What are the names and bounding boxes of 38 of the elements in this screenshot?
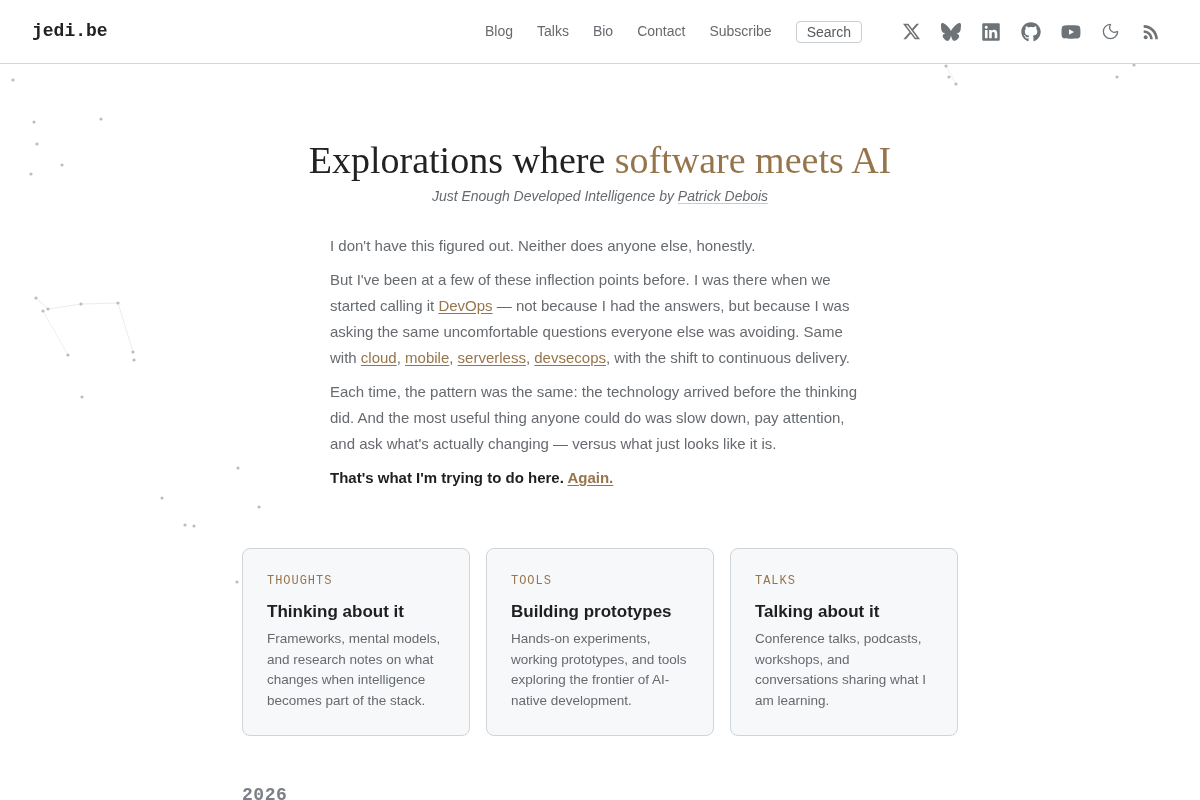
card-title: Thinking about it [267, 601, 405, 623]
card-description: Hands-on experiments, working prototypes, and tools exploring the frontier of AI-native development. [511, 630, 688, 710]
nav-link[interactable]: Bio [592, 21, 614, 42]
github-icon[interactable] [1021, 21, 1041, 42]
text-link[interactable]: cloud [360, 349, 397, 366]
year-heading: 2026 [242, 784, 288, 800]
closing-statement: That's what I'm trying to do here. Again. [330, 468, 615, 488]
card-description: Conference talks, podcasts, workshops, and conversations sharing what I am learning. [755, 630, 928, 710]
search-button[interactable]: Search [795, 20, 862, 43]
text-link[interactable]: serverless [457, 349, 526, 366]
card-title: Building prototypes [511, 601, 673, 623]
card-title: Talking about it [755, 601, 881, 623]
author-link[interactable]: Patrick Debois [677, 188, 769, 204]
text-link[interactable]: DevOps [438, 297, 493, 314]
topic-card[interactable]: THOUGHTS Thinking about it Frameworks, mental models, and research notes on what changes when intelligence becomes part of the stack. [242, 548, 470, 736]
topic-card[interactable]: TOOLS Building prototypes Hands-on experiments, working prototypes, and tools exploring the frontier of AI-native development. [486, 548, 714, 736]
nav-link[interactable]: Contact [637, 21, 686, 42]
x-logo-icon[interactable] [902, 22, 921, 41]
moon-icon[interactable] [1101, 22, 1120, 41]
tagline: Just Enough Developed Intelligence by Patrick Debois [431, 187, 769, 206]
card-label: TALKS [755, 573, 797, 589]
butterfly-icon[interactable] [941, 21, 961, 42]
card-label: TOOLS [511, 573, 553, 589]
nav-link[interactable]: Blog [484, 21, 513, 42]
site-logo[interactable]: jedi.be [32, 18, 108, 45]
card-label: THOUGHTS [267, 573, 334, 589]
page-title: Explorations where software meets AI [308, 138, 892, 182]
intro-paragraph: I don't have this figured out. Neither does anyone else, honestly. [330, 236, 757, 256]
linkedin-icon[interactable] [981, 21, 1001, 42]
intro-paragraph: Each time, the pattern was the same: the technology arrived before the thinking did. And the most useful thing anyone could do was slow down, pay attention, and ask what's actually changing — versus what just looks like it is. [330, 382, 858, 454]
nav-link[interactable]: Talks [537, 21, 569, 42]
topic-card[interactable]: TALKS Talking about it Conference talks, podcasts, workshops, and conversations sharing what I am learning. [730, 548, 958, 736]
nav-link[interactable]: Subscribe [709, 21, 772, 42]
intro-paragraph: But I've been at a few of these inflection points before. I was there when we started calling it DevOps — not because I had the answers, but because I was asking the same uncomfortable questions everyone else was avoiding. Same with cloud, mobile, serverless, devsecops, with the shift to continuous delivery. [330, 270, 851, 368]
text-link[interactable]: devsecops [534, 349, 606, 366]
text-link[interactable]: Again. [567, 469, 614, 486]
card-description: Frameworks, mental models, and research notes on what changes when intelligence becomes part of the stack. [267, 630, 442, 710]
text-link[interactable]: mobile [405, 349, 450, 366]
